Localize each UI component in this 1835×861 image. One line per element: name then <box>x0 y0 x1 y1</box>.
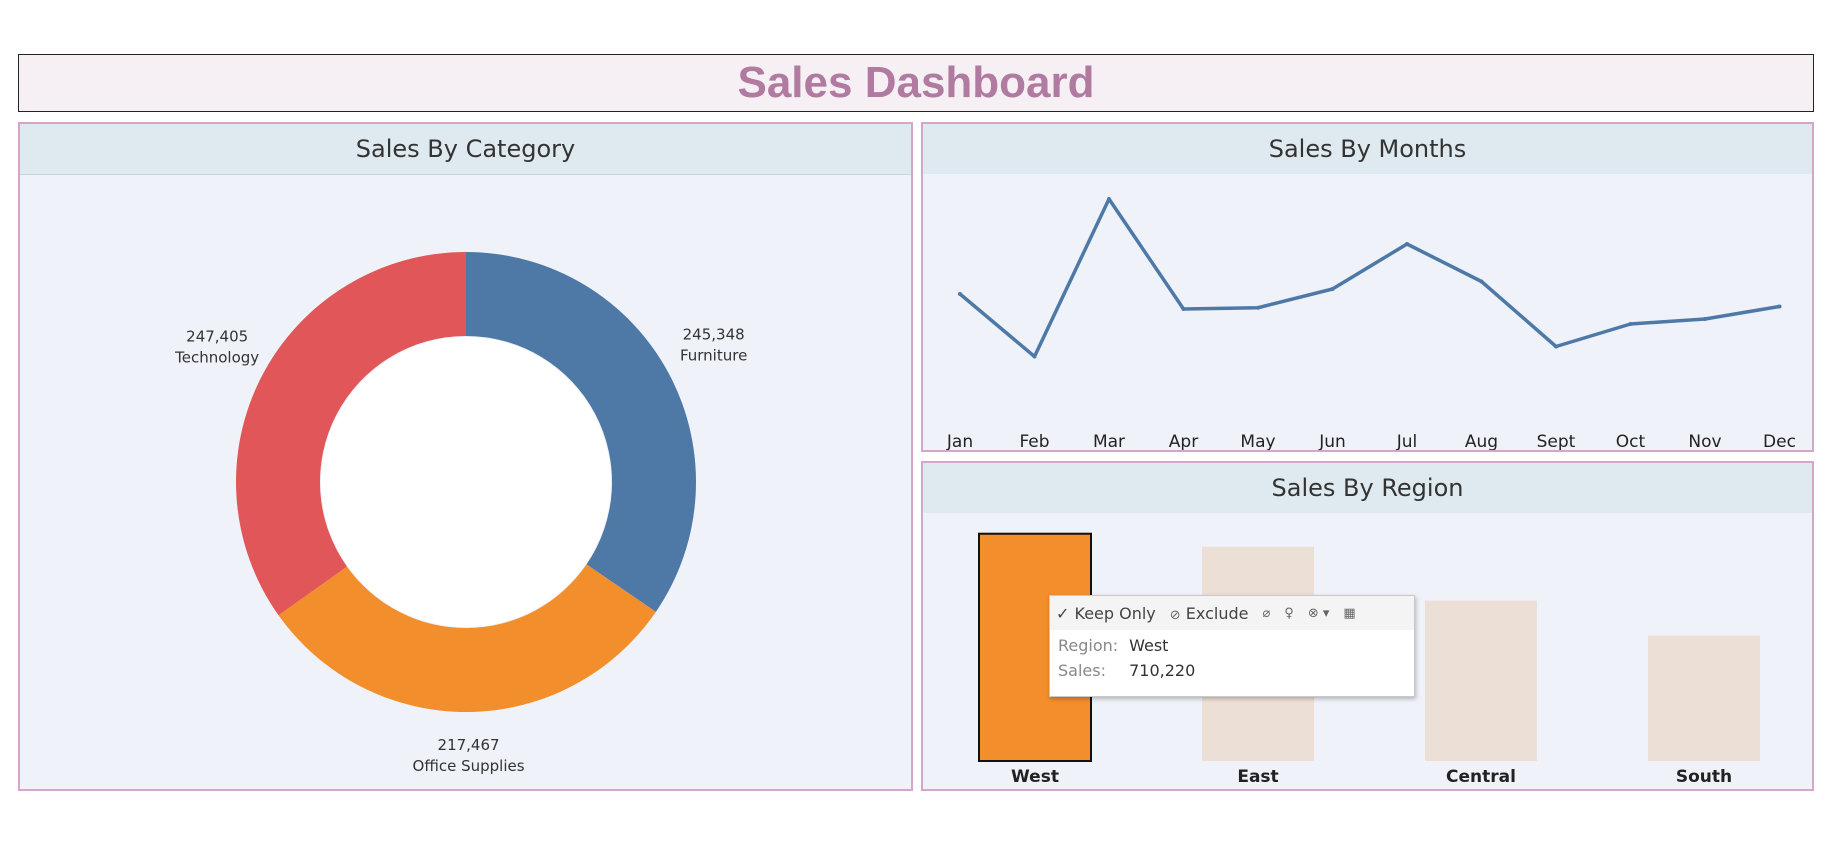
month-label-feb: Feb <box>1019 432 1049 450</box>
paperclip-icon[interactable]: ⌀ <box>1262 606 1270 621</box>
exclude-label: Exclude <box>1185 603 1249 623</box>
tooltip-sales-value: 710,220 <box>1129 661 1196 680</box>
slice-value-label-furniture: 245,348 <box>683 325 745 343</box>
month-point-apr[interactable] <box>1181 307 1186 311</box>
month-label-jun: Jun <box>1318 432 1346 450</box>
donut-hole <box>321 337 611 627</box>
tooltip-sales-row: Sales: 710,220 <box>1050 661 1414 680</box>
category-donut-chart[interactable]: 245,348 Furniture 217,467 Office Supplies 24… <box>20 124 911 789</box>
month-label-sept: Sept <box>1537 432 1576 450</box>
region-label-central: Central <box>1446 767 1516 787</box>
tooltip-sales-key: Sales: <box>1058 661 1106 680</box>
region-label-east: East <box>1237 767 1278 787</box>
month-point-nov[interactable] <box>1703 317 1707 321</box>
month-label-dec: Dec <box>1763 432 1796 450</box>
month-point-feb[interactable] <box>1032 354 1037 359</box>
exclude-button[interactable]: ⊘ Exclude <box>1170 604 1249 623</box>
months-line-chart[interactable]: Jan Feb Mar Apr May Jun Jul Aug Sept Oct Nov Dec <box>923 124 1812 450</box>
month-point-jul[interactable] <box>1405 242 1409 246</box>
region-label-south: South <box>1676 767 1732 787</box>
month-label-oct: Oct <box>1616 432 1646 450</box>
month-label-jan: Jan <box>946 432 973 450</box>
month-point-may[interactable] <box>1256 305 1260 310</box>
month-point-jun[interactable] <box>1330 287 1335 291</box>
slice-category-label-technology: Technology <box>174 349 259 367</box>
month-point-dec[interactable] <box>1777 304 1782 309</box>
bar-south[interactable] <box>1648 635 1760 761</box>
months-sales-line[interactable] <box>958 197 1780 359</box>
keep-only-button[interactable]: ✓ Keep Only <box>1056 604 1156 623</box>
slice-value-label-technology: 247,405 <box>186 328 248 346</box>
month-label-jul: Jul <box>1396 432 1418 450</box>
month-label-apr: Apr <box>1169 432 1198 450</box>
month-point-aug[interactable] <box>1479 279 1484 284</box>
slice-value-label-office-supplies: 217,467 <box>438 736 500 754</box>
dashboard-title: Sales Dashboard <box>737 58 1095 107</box>
tooltip-region-row: Region: West <box>1050 636 1414 655</box>
region-label-west: West <box>1011 767 1059 787</box>
tooltip-region-value: West <box>1129 636 1169 655</box>
dashboard-title-bar: Sales Dashboard <box>18 54 1814 112</box>
month-point-mar[interactable] <box>1107 197 1111 201</box>
tooltip-region-key: Region: <box>1058 636 1119 655</box>
exclude-icon: ⊘ <box>1169 607 1181 623</box>
sales-by-region-panel: Sales By Region West East Central South ✓ K… <box>921 461 1814 791</box>
month-label-nov: Nov <box>1688 432 1721 450</box>
region-tooltip: ✓ Keep Only ⊘ Exclude ⌀ ♀ ⊗ ▾ ▦ Region: … <box>1049 595 1415 697</box>
month-label-aug: Aug <box>1465 432 1498 450</box>
month-point-sept[interactable] <box>1554 344 1558 349</box>
slice-category-label-furniture: Furniture <box>680 346 747 364</box>
slice-category-label-office-supplies: Office Supplies <box>413 757 525 775</box>
month-point-jan[interactable] <box>958 292 962 296</box>
bar-central[interactable] <box>1425 600 1537 761</box>
view-data-icon[interactable]: ▦ <box>1343 606 1355 621</box>
group-icon[interactable]: ⊗ ▾ <box>1308 606 1330 621</box>
keep-only-label: Keep Only <box>1074 603 1156 623</box>
month-label-may: May <box>1240 432 1275 450</box>
sales-by-months-panel: Sales By Months Jan Feb Mar Apr May Jun Jul Aug… <box>921 122 1814 452</box>
lightbulb-icon[interactable]: ♀ <box>1284 606 1294 621</box>
month-label-mar: Mar <box>1093 432 1125 450</box>
sales-by-category-panel: Sales By Category 245,348 Furniture 217,46… <box>18 122 913 791</box>
tooltip-toolbar: ✓ Keep Only ⊘ Exclude ⌀ ♀ ⊗ ▾ ▦ <box>1050 596 1414 630</box>
check-icon: ✓ <box>1056 603 1070 623</box>
month-point-oct[interactable] <box>1628 322 1633 326</box>
